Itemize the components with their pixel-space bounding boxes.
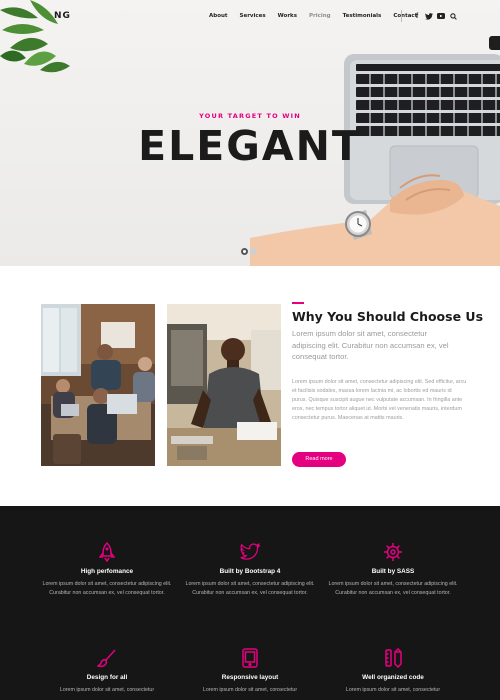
feature-text: Lorem ipsum dolor sit amet, consectetur … xyxy=(42,581,172,596)
feature-card-6: Well organized code Lorem ipsum dolor si… xyxy=(318,648,468,695)
side-panel-toggle[interactable] xyxy=(489,36,500,50)
search-icon[interactable] xyxy=(447,11,459,21)
feature-title: Well organized code xyxy=(362,674,424,681)
section-accent-line xyxy=(292,302,304,304)
feature-title: High perfomance xyxy=(80,568,134,575)
hero-title: ELEGANT xyxy=(138,122,362,170)
youtube-icon[interactable] xyxy=(435,11,447,21)
hero-section: NG About Services Works Pricing Testimon… xyxy=(0,0,500,266)
nav-works[interactable]: Works xyxy=(278,13,297,19)
brush-icon xyxy=(97,649,116,668)
about-body: Lorem ipsum dolor sit amet, consectetur … xyxy=(292,379,467,421)
nav-services[interactable]: Services xyxy=(240,13,266,19)
features-section: High perfomance Lorem ipsum dolor sit am… xyxy=(0,506,500,700)
nav-testimonials[interactable]: Testimonials xyxy=(343,13,382,19)
feature-card-3: Built by SASS Lorem ipsum dolor sit amet… xyxy=(318,542,468,598)
about-title: Why You Should Choose Us xyxy=(292,309,484,324)
hero-subtitle: YOUR TARGET TO WIN xyxy=(199,112,301,120)
feature-text: Lorem ipsum dolor sit amet, consectetur xyxy=(59,687,155,693)
feature-text: Lorem ipsum dolor sit amet, consectetur … xyxy=(185,581,315,596)
nav-about[interactable]: About xyxy=(209,13,228,19)
feature-title: Design for all xyxy=(86,674,128,681)
facebook-icon[interactable]: f xyxy=(411,11,423,21)
feature-title: Responsive layout xyxy=(221,674,279,681)
feature-text: Lorem ipsum dolor sit amet, consectetur xyxy=(202,687,298,693)
feature-card-2: Built by Bootstrap 4 Lorem ipsum dolor s… xyxy=(175,542,325,598)
nav-divider xyxy=(401,10,402,22)
slider-dot-2[interactable] xyxy=(250,248,257,255)
feature-text: Lorem ipsum dolor sit amet, consectetur xyxy=(345,687,441,693)
gear-icon xyxy=(384,543,402,561)
feature-card-1: High perfomance Lorem ipsum dolor sit am… xyxy=(32,542,182,598)
tablet-icon xyxy=(242,648,258,668)
slider-dot-1[interactable] xyxy=(241,248,248,255)
team-office-photo xyxy=(41,304,155,466)
twitter-icon[interactable] xyxy=(423,11,435,21)
feature-text: Lorem ipsum dolor sit amet, consectetur … xyxy=(328,581,458,596)
nav-pricing[interactable]: Pricing xyxy=(309,13,331,19)
feature-card-4: Design for all Lorem ipsum dolor sit ame… xyxy=(32,648,182,695)
pencil-ruler-icon xyxy=(385,648,402,668)
social-links: f xyxy=(411,11,459,21)
worker-desk-photo xyxy=(167,304,281,466)
feature-title: Built by Bootstrap 4 xyxy=(219,568,281,575)
about-lead: Lorem ipsum dolor sit amet, consectetur … xyxy=(292,329,449,361)
read-more-button[interactable]: Read more xyxy=(292,452,346,467)
twitter-icon xyxy=(240,542,260,560)
rocket-icon xyxy=(99,542,115,562)
feature-title: Built by SASS xyxy=(371,568,415,575)
slider-pagination xyxy=(241,248,259,255)
logo[interactable]: NG xyxy=(54,11,71,21)
feature-card-5: Responsive layout Lorem ipsum dolor sit … xyxy=(175,648,325,695)
main-nav: About Services Works Pricing Testimonial… xyxy=(209,13,429,19)
